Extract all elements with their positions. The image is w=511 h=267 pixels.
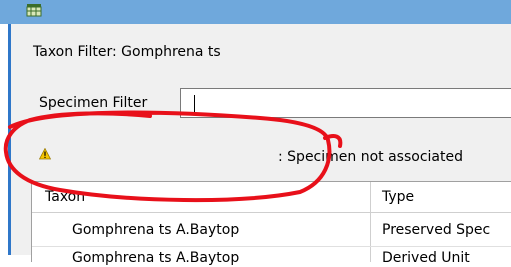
specimen-filter-input[interactable] xyxy=(180,88,511,118)
specimen-filter-label: Specimen Filter xyxy=(39,95,148,111)
table-row-taxon[interactable]: Gomphrena ts A.Baytop xyxy=(72,221,239,239)
column-header-taxon[interactable]: Taxon xyxy=(45,188,85,206)
table-row-type[interactable]: Preserved Spec xyxy=(382,221,490,239)
text-caret xyxy=(194,95,195,113)
warning-message: : Specimen not associated xyxy=(278,149,463,165)
table-row-taxon[interactable]: Gomphrena ts A.Baytop xyxy=(72,249,239,267)
column-header-type[interactable]: Type xyxy=(382,188,414,206)
table-header: Taxon Type xyxy=(32,182,511,213)
row-divider xyxy=(32,246,511,247)
taxon-table: Taxon Type Gomphrena ts A.Baytop Preserv… xyxy=(31,181,511,266)
table-row-type[interactable]: Derived Unit xyxy=(382,249,470,267)
grid-app-icon[interactable] xyxy=(26,1,42,17)
warning-icon xyxy=(39,148,51,160)
column-divider[interactable] xyxy=(370,182,371,262)
taxon-filter-label: Taxon Filter: Gomphrena ts xyxy=(33,44,221,60)
desktop-edge xyxy=(0,24,8,255)
window-title-bar xyxy=(0,0,511,24)
